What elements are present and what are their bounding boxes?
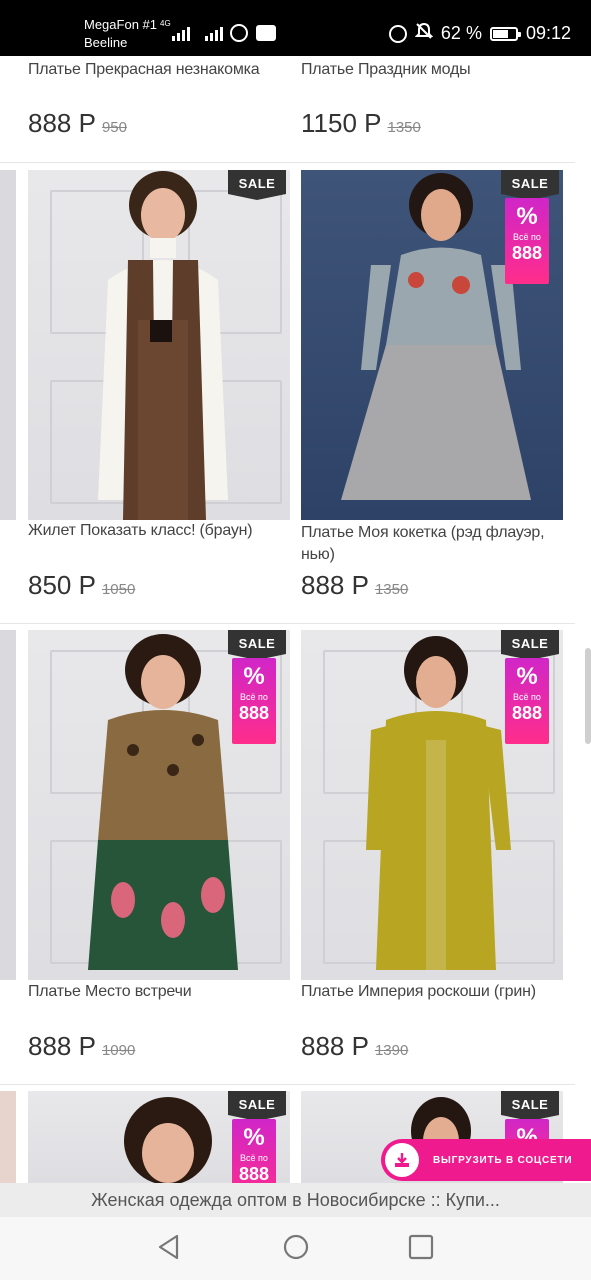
old-price: 1390 <box>374 1042 409 1059</box>
carrier-name-1: MegaFon #1 <box>84 17 157 32</box>
row-divider <box>0 1084 575 1085</box>
product-price: 1150 Р 1350 <box>301 108 421 139</box>
mail-icon <box>256 25 276 41</box>
product-name[interactable]: Жилет Показать класс! (браун) <box>28 522 253 540</box>
current-price: 850 Р <box>28 570 96 600</box>
promo-badge: % Всё по 888 <box>232 1119 276 1183</box>
old-price: 1350 <box>374 581 409 598</box>
current-price: 888 Р <box>301 570 369 600</box>
signal-icon-1 <box>172 27 190 41</box>
product-image[interactable]: SALE % Всё по 888 <box>301 630 563 980</box>
signal-icon-2 <box>205 27 223 41</box>
old-price: 950 <box>101 119 127 136</box>
carrier-name-2: Beeline <box>84 35 128 50</box>
sale-badge: SALE <box>501 1091 559 1121</box>
product-image[interactable]: SALE <box>28 170 290 520</box>
battery-percent: 62 % <box>440 23 482 43</box>
current-price: 888 Р <box>28 108 96 138</box>
alarm-icon <box>388 24 407 43</box>
carrier-info: MegaFon #1 Beeline <box>84 16 157 52</box>
product-image[interactable]: SALE % Всё по 888 <box>28 630 290 980</box>
product-image[interactable]: SALE % Всё по 888 <box>301 170 563 520</box>
back-icon[interactable] <box>155 1233 183 1266</box>
promo-badge: % Всё по 888 <box>505 658 549 744</box>
product-name[interactable]: Платье Империя роскоши (грин) <box>301 983 536 1001</box>
system-nav-bar <box>0 1217 591 1280</box>
status-bar: MegaFon #1 Beeline 4G 62 % 09:12 <box>0 0 591 56</box>
product-image[interactable]: SALE % Всё по 888 <box>28 1091 290 1183</box>
product-price: 888 Р 1390 <box>301 1031 408 1062</box>
product-image-partial[interactable] <box>0 1091 16 1183</box>
battery-icon <box>489 26 521 41</box>
current-price: 888 Р <box>301 1031 369 1061</box>
sale-badge: SALE <box>501 170 559 200</box>
sale-badge: SALE <box>228 1091 286 1121</box>
product-price: 850 Р 1050 <box>28 570 135 601</box>
product-name[interactable]: Платье Место встречи <box>28 983 192 1001</box>
row-divider <box>0 623 575 624</box>
sale-badge: SALE <box>501 630 559 660</box>
home-icon[interactable] <box>282 1233 310 1266</box>
product-image-partial[interactable] <box>0 170 16 520</box>
old-price: 1350 <box>387 119 421 136</box>
clock: 09:12 <box>525 23 571 43</box>
page-title-bar[interactable]: Женская одежда оптом в Новосибирске :: К… <box>0 1183 591 1217</box>
row-divider <box>0 162 575 163</box>
product-price: 888 Р 950 <box>28 108 127 139</box>
scrollbar[interactable] <box>585 648 591 744</box>
product-image-partial[interactable] <box>0 630 16 980</box>
product-price: 888 Р 1090 <box>28 1031 135 1062</box>
promo-badge: % Всё по 888 <box>505 198 549 284</box>
mute-icon <box>414 22 434 45</box>
current-price: 1150 Р <box>301 108 382 138</box>
product-price: 888 Р 1350 <box>301 570 408 601</box>
network-type: 4G <box>160 19 171 28</box>
promo-badge: % Всё по 888 <box>232 658 276 744</box>
sale-badge: SALE <box>228 170 286 200</box>
download-icon <box>385 1143 419 1177</box>
product-name[interactable]: Платье Моя кокетка (рэд флауэр, нью) <box>301 522 561 566</box>
old-price: 1050 <box>101 581 136 598</box>
viber-icon <box>230 24 248 42</box>
export-to-social-button[interactable]: ВЫГРУЗИТЬ В СОЦСЕТИ <box>381 1139 591 1181</box>
current-price: 888 Р <box>28 1031 96 1061</box>
product-name[interactable]: Платье Праздник моды <box>301 61 471 79</box>
export-label: ВЫГРУЗИТЬ В СОЦСЕТИ <box>433 1154 573 1166</box>
old-price: 1090 <box>101 1042 136 1059</box>
sale-badge: SALE <box>228 630 286 660</box>
recents-icon[interactable] <box>407 1233 435 1266</box>
product-name[interactable]: Платье Прекрасная незнакомка <box>28 61 260 79</box>
